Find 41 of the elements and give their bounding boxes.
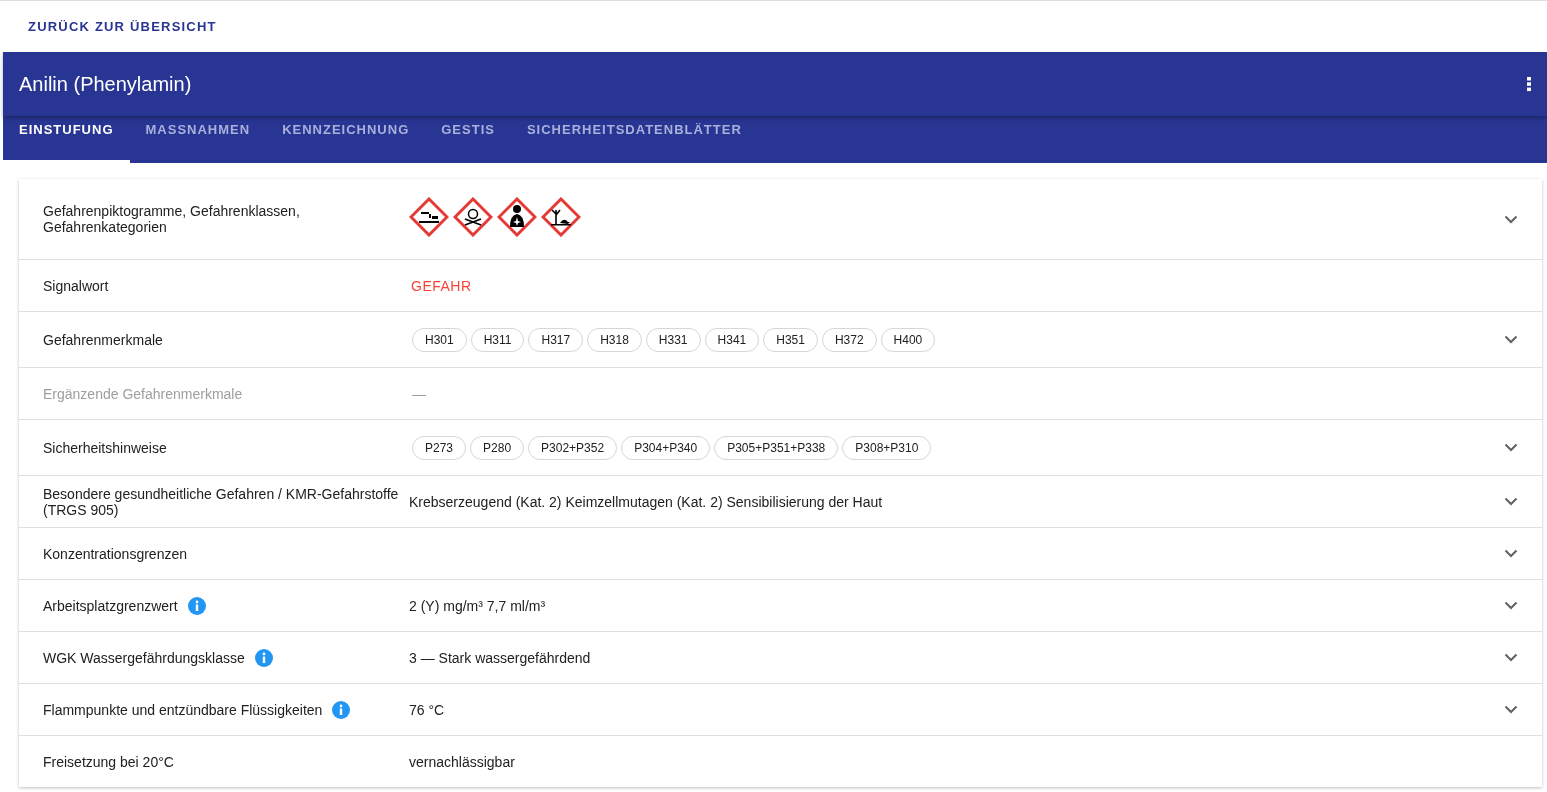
chevron-down-icon[interactable]: [1504, 653, 1518, 662]
row-label: WGK Wassergefährdungsklasse: [43, 649, 245, 666]
row-label: Signalwort: [43, 277, 109, 294]
row-label: Sicherheitshinweise: [43, 439, 167, 456]
row-label: Arbeitsplatzgrenzwert: [43, 597, 178, 614]
corrosion-pictogram-icon: [409, 197, 449, 237]
tab[interactable]: MASSNAHMEN: [129, 116, 267, 163]
info-icon[interactable]: [254, 648, 273, 667]
info-icon[interactable]: [332, 700, 351, 719]
more-icon: [1527, 76, 1531, 92]
row-label: Freisetzung bei 20°C: [43, 753, 174, 770]
row-label: Gefahrenmerkmale: [43, 331, 163, 348]
chevron-down-icon[interactable]: [1504, 497, 1518, 506]
chevron-down-icon[interactable]: [1504, 335, 1518, 344]
row-label: Flammpunkte und entzündbare Flüssigkeiten: [43, 701, 323, 718]
health-hazard-pictogram-icon: [497, 197, 537, 237]
row-value: 3 — Stark wassergefährdend: [409, 649, 591, 666]
row-value: 76 °C: [409, 701, 445, 718]
back-link[interactable]: ZURÜCK ZUR ÜBERSICHT: [28, 19, 217, 34]
info-icon[interactable]: [187, 596, 206, 615]
row-value: 2 (Y) mg/m³ 7,7 ml/m³: [409, 597, 546, 614]
environment-pictogram-icon: [541, 197, 581, 237]
substance-title: Anilin (Phenylamin): [19, 72, 192, 96]
tab[interactable]: KENNZEICHNUNG: [266, 116, 426, 163]
row-label: Ergänzende Gefahrenmerkmale: [43, 385, 243, 402]
empty-value: —: [412, 385, 426, 402]
tab[interactable]: GESTIS: [425, 116, 511, 163]
row-label: Gefahrenpiktogramme, Gefahrenklassen, Gefahrenkategorien: [43, 203, 301, 235]
chevron-down-icon[interactable]: [1504, 705, 1518, 714]
chevron-down-icon[interactable]: [1504, 443, 1518, 452]
tab[interactable]: SICHERHEITSDATENBLÄTTER: [510, 116, 758, 163]
row-value: vernachlässigbar: [409, 753, 515, 770]
chevron-down-icon[interactable]: [1504, 549, 1518, 558]
chevron-down-icon[interactable]: [1504, 214, 1518, 224]
chevron-down-icon[interactable]: [1504, 601, 1518, 610]
signal-word: GEFAHR: [411, 277, 472, 294]
skull-pictogram-icon: [453, 197, 493, 237]
row-value: Krebserzeugend (Kat. 2) Keimzellmutagen (Kat. 2) Sensibilisierung der Haut: [409, 493, 883, 510]
tab[interactable]: EINSTUFUNG: [3, 116, 130, 163]
row-label: Konzentrationsgrenzen: [43, 545, 187, 562]
row-label: Besondere gesundheitliche Gefahren / KMR-Gefahrstoffe (TRGS 905): [43, 485, 400, 518]
